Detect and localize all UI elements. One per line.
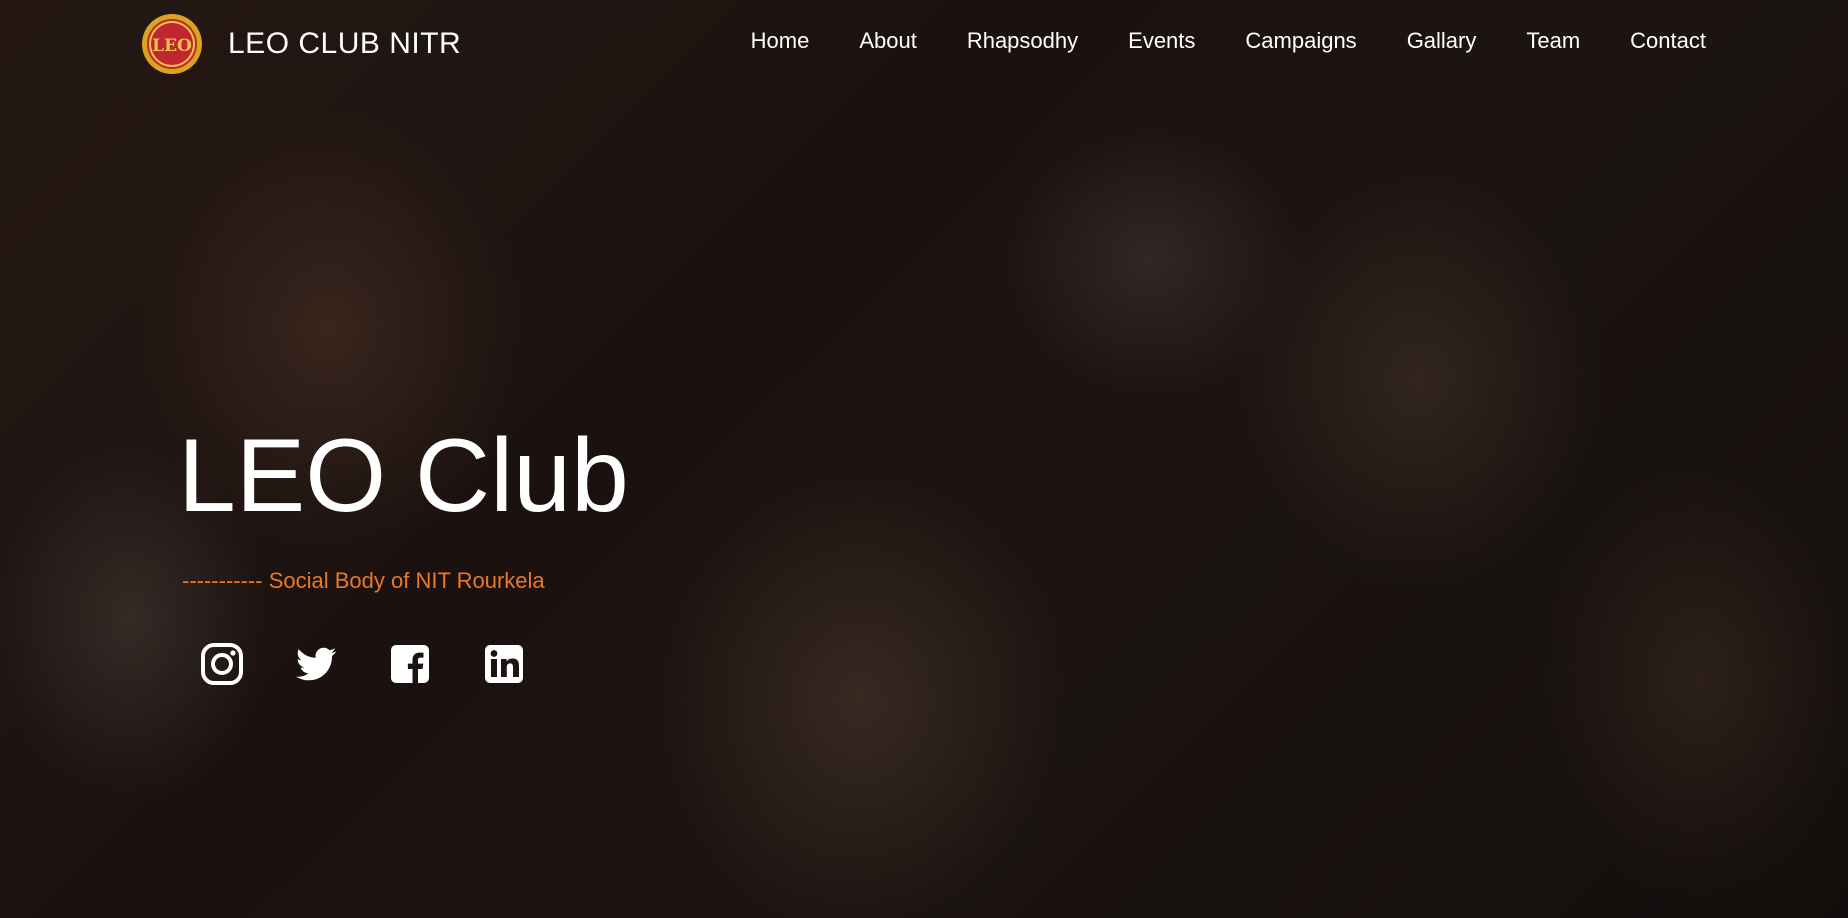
instagram-icon[interactable] bbox=[200, 642, 244, 686]
leo-logo-icon: LEO bbox=[142, 14, 202, 74]
social-links bbox=[200, 642, 526, 686]
hero-title: LEO Club bbox=[178, 418, 629, 534]
brand-name: LEO CLUB NITR bbox=[228, 27, 462, 60]
main-nav: Home About Rhapsodhy Events Campaigns Ga… bbox=[751, 28, 1706, 54]
nav-home[interactable]: Home bbox=[751, 28, 810, 54]
nav-about[interactable]: About bbox=[859, 28, 917, 54]
nav-events[interactable]: Events bbox=[1128, 28, 1195, 54]
navbar: LEO LEO CLUB NITR Home About Rhapsodhy E… bbox=[0, 0, 1848, 90]
hero-tagline: ----------- Social Body of NIT Rourkela bbox=[182, 568, 545, 593]
nav-contact[interactable]: Contact bbox=[1630, 28, 1706, 54]
brand-home-link[interactable]: LEO LEO CLUB NITR bbox=[140, 12, 461, 76]
nav-gallary[interactable]: Gallary bbox=[1407, 28, 1477, 54]
twitter-icon[interactable] bbox=[294, 642, 338, 686]
nav-campaigns[interactable]: Campaigns bbox=[1245, 28, 1356, 54]
facebook-icon[interactable] bbox=[388, 642, 432, 686]
logo-lettering: LEO bbox=[152, 36, 192, 56]
hero-section: LEO LEO CLUB NITR Home About Rhapsodhy E… bbox=[0, 0, 1848, 918]
nav-rhapsodhy[interactable]: Rhapsodhy bbox=[967, 28, 1078, 54]
linkedin-icon[interactable] bbox=[482, 642, 526, 686]
nav-team[interactable]: Team bbox=[1526, 28, 1580, 54]
